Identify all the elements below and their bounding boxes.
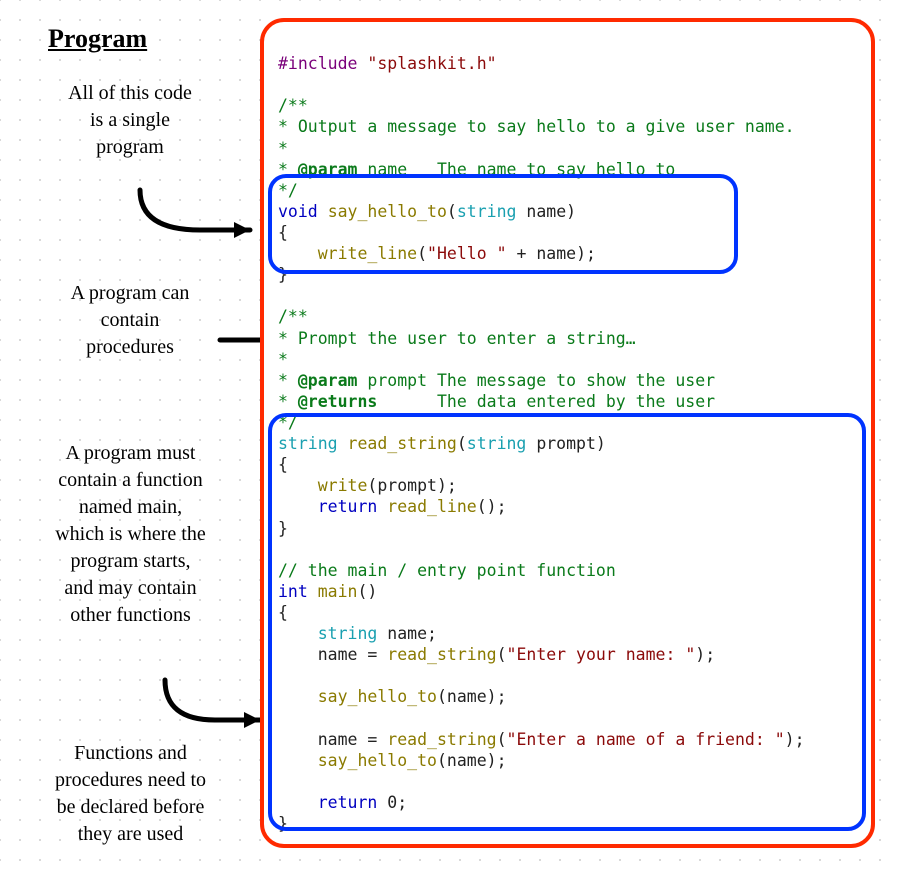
annot-main-function: A program must contain a function named … <box>18 440 243 629</box>
program-code-box: #include "splashkit.h" /** * Output a me… <box>260 18 875 848</box>
annot-declare-before-use: Functions and procedures need to be decl… <box>18 740 243 848</box>
annot-procedures: A program can contain procedures <box>30 280 230 361</box>
diagram-title: Program <box>48 24 147 54</box>
annot-single-program: All of this code is a single program <box>20 80 240 161</box>
source-code: #include "splashkit.h" /** * Output a me… <box>278 32 857 834</box>
arrow-single-program <box>130 180 280 250</box>
